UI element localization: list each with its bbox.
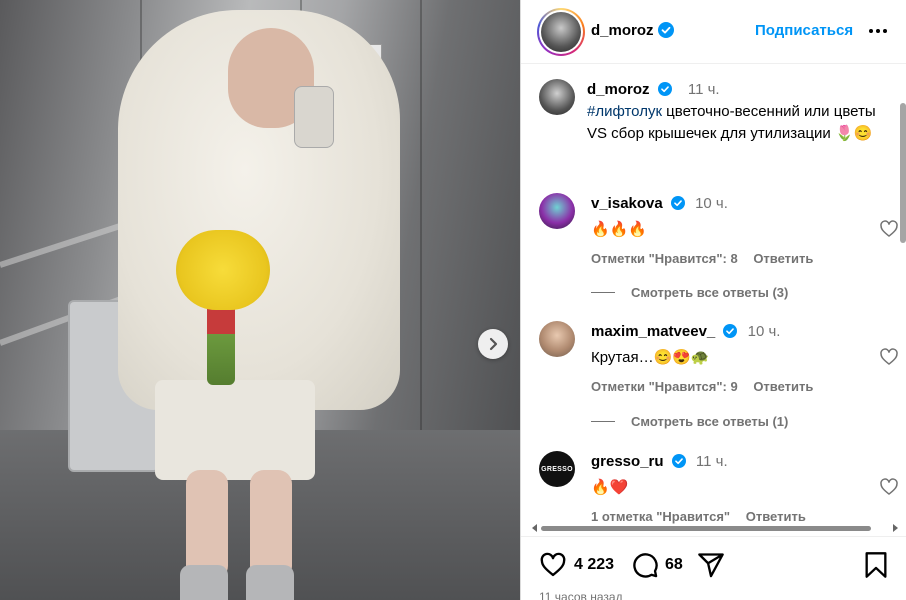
person-phone bbox=[294, 86, 334, 148]
caption-avatar[interactable] bbox=[539, 79, 575, 115]
heart-icon[interactable] bbox=[879, 477, 899, 497]
follow-button[interactable]: Подписаться bbox=[755, 22, 853, 39]
verified-badge-icon bbox=[657, 82, 672, 96]
view-replies-button[interactable]: Смотреть все ответы (1) bbox=[591, 414, 788, 429]
person-leg bbox=[186, 470, 228, 580]
next-photo-button[interactable] bbox=[478, 329, 508, 359]
posted-time[interactable]: 11 часов назад bbox=[539, 590, 623, 600]
scrollbar-thumb[interactable] bbox=[541, 526, 871, 531]
comment-action: 68 bbox=[631, 551, 683, 579]
heart-icon[interactable] bbox=[879, 347, 899, 367]
comments-horizontal-scrollbar[interactable] bbox=[531, 520, 899, 534]
comment-username[interactable]: gresso_ru bbox=[591, 453, 664, 470]
post-sidebar: d_moroz Подписаться d_moroz 11 ч. #лифто… bbox=[520, 0, 906, 600]
share-icon[interactable] bbox=[697, 551, 725, 579]
comment-likes[interactable]: Отметки "Нравится": 9 bbox=[591, 379, 738, 394]
comment-icon[interactable] bbox=[631, 551, 659, 579]
post-header: d_moroz Подписаться bbox=[521, 0, 906, 64]
caption-hashtag[interactable]: #лифтолук bbox=[587, 103, 662, 120]
comment-text: Крутая…😊😍🐢 bbox=[591, 349, 710, 366]
share-action bbox=[697, 551, 725, 579]
flower-stems bbox=[207, 300, 235, 385]
view-replies-button[interactable]: Смотреть все ответы (3) bbox=[591, 285, 788, 300]
comment-time[interactable]: 10 ч. bbox=[748, 323, 781, 340]
heart-icon[interactable] bbox=[879, 219, 899, 239]
post-actions: 4 223 68 11 часов назад bbox=[521, 536, 906, 600]
likes-count[interactable]: 4 223 bbox=[574, 556, 614, 574]
heart-icon[interactable] bbox=[539, 551, 567, 579]
commenter-avatar[interactable] bbox=[539, 321, 575, 357]
scroll-left-icon[interactable] bbox=[531, 524, 539, 532]
comment-username[interactable]: maxim_matveev_ bbox=[591, 323, 715, 340]
verified-badge-icon bbox=[658, 22, 674, 38]
comment-time[interactable]: 11 ч. bbox=[696, 453, 728, 470]
commenter-avatar[interactable]: GRESSO bbox=[539, 451, 575, 487]
daffodil-bouquet bbox=[176, 230, 270, 310]
gresso-logo-text: GRESSO bbox=[541, 465, 573, 473]
verified-badge-icon bbox=[671, 454, 686, 468]
more-options-icon[interactable] bbox=[867, 20, 889, 42]
commenter-avatar[interactable] bbox=[539, 193, 575, 229]
verified-badge-icon bbox=[670, 196, 685, 210]
comment-text: 🔥🔥🔥 bbox=[591, 221, 648, 238]
chevron-right-icon bbox=[489, 337, 498, 351]
save-action bbox=[863, 551, 889, 579]
like-action: 4 223 bbox=[539, 551, 614, 579]
caption-username[interactable]: d_moroz bbox=[587, 81, 650, 98]
author-avatar[interactable] bbox=[537, 8, 585, 56]
reply-button[interactable]: Ответить bbox=[753, 251, 813, 266]
view-replies-label[interactable]: Смотреть все ответы (3) bbox=[631, 285, 788, 300]
comment-username[interactable]: v_isakova bbox=[591, 195, 663, 212]
bookmark-icon[interactable] bbox=[863, 551, 889, 579]
person-shorts bbox=[155, 380, 315, 480]
reply-button[interactable]: Ответить bbox=[753, 379, 813, 394]
author-username[interactable]: d_moroz bbox=[591, 22, 654, 39]
post-photo[interactable] bbox=[0, 0, 520, 600]
comment-likes[interactable]: Отметки "Нравится": 8 bbox=[591, 251, 738, 266]
verified-badge-icon bbox=[723, 324, 738, 338]
comment-text: 🔥❤️ bbox=[591, 479, 629, 496]
caption-time[interactable]: 11 ч. bbox=[688, 81, 720, 98]
person-boot bbox=[246, 565, 294, 600]
view-replies-label[interactable]: Смотреть все ответы (1) bbox=[631, 414, 788, 429]
scrollbar-thumb[interactable] bbox=[900, 103, 906, 243]
comments-list[interactable]: d_moroz 11 ч. #лифтолук цветочно-весенни… bbox=[521, 65, 906, 527]
comments-vertical-scrollbar[interactable] bbox=[899, 67, 906, 525]
person-boot bbox=[180, 565, 228, 600]
comment-time[interactable]: 10 ч. bbox=[695, 195, 728, 212]
scroll-right-icon[interactable] bbox=[891, 524, 899, 532]
comments-count[interactable]: 68 bbox=[665, 556, 683, 574]
person-leg bbox=[250, 470, 292, 580]
